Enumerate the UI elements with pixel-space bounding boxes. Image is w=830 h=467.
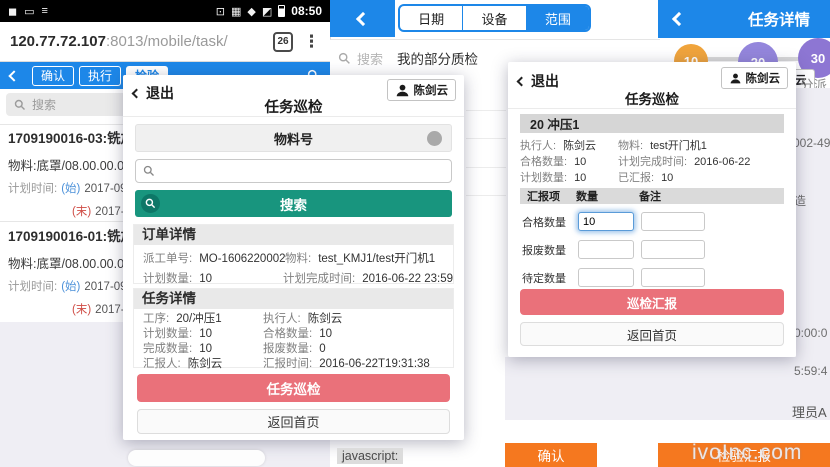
list-divider: [466, 110, 506, 111]
notification-icon: ≡: [42, 5, 48, 17]
back-button[interactable]: [330, 0, 395, 37]
person-icon: [395, 84, 410, 97]
confirm-button[interactable]: 确认: [505, 443, 597, 467]
page-backdrop: [505, 357, 796, 420]
order-row: 计划数量:10 计划完成时间:2016-06-22 23:59: [134, 268, 453, 288]
middle-search-placeholder: 搜索: [357, 49, 383, 68]
order-detail-section: 订单详情 派工单号:MO-1606220002 物料:test_KMJ1/tes…: [133, 224, 454, 284]
left-search-placeholder: 搜索: [32, 96, 56, 113]
user-button[interactable]: 陈剑云: [721, 67, 789, 89]
report-summary: 执行人:陈剑云 物料:test开门机1 合格数量:10 计划完成时间:2016-…: [508, 137, 796, 185]
selector-knob-icon: [427, 131, 442, 146]
browser-url-bar[interactable]: 120.77.72.107:8013/mobile/task/ 26 ⋮: [0, 22, 330, 62]
back-home-button[interactable]: 返回首页: [137, 409, 450, 434]
tab-scope[interactable]: 范围: [527, 6, 589, 30]
confirm-tab[interactable]: 确认: [32, 66, 74, 86]
screenshot-root: ◼ ▭ ≡ ⊡ ▦ ◆ ◩ 08:50 120.77.72.107:8013/m…: [0, 0, 830, 467]
list-divider: [466, 167, 506, 168]
person-icon: [729, 73, 742, 84]
material-search-input[interactable]: [160, 163, 444, 179]
dialog-title: 任务巡检: [123, 96, 464, 117]
search-icon: [143, 165, 155, 177]
middle-search-value: 我的部分质检: [397, 48, 478, 68]
list-divider: [466, 195, 506, 196]
watermark: ivoInc.com: [692, 441, 802, 465]
clipped-text: 5:59:4: [794, 364, 827, 378]
clipped-text: 0:00:0: [794, 326, 827, 340]
operation-header: 20 冲压1: [520, 114, 784, 133]
page-title: 任务详情: [748, 8, 810, 30]
back-icon[interactable]: [672, 12, 686, 26]
back-icon[interactable]: [8, 70, 19, 81]
clipped-text: 理员A: [792, 402, 827, 421]
task-row: 工序:20/冲压1 执行人:陈剑云: [134, 311, 453, 325]
clipped-text: 002-49: [793, 136, 830, 150]
divider: [123, 116, 464, 117]
filter-tab-group: 日期 设备 范围: [398, 4, 591, 32]
report-row-pending: 待定数量: [522, 268, 705, 287]
summary-row: 计划数量:10 已汇报:10: [508, 169, 796, 185]
summary-row: 执行人:陈剑云 物料:test开门机1: [508, 137, 796, 153]
back-home-button[interactable]: 返回首页: [520, 322, 784, 346]
task-row: 完成数量:10 报废数量:0: [134, 340, 453, 355]
report-row-qualified: 合格数量: [522, 212, 705, 231]
page-strip: [505, 420, 830, 443]
task-row: 汇报人:陈剑云 汇报时间:2016-06-22T19:31:38: [134, 355, 453, 370]
divider: [508, 108, 796, 109]
battery-icon: [278, 5, 285, 17]
inspect-submit-button[interactable]: 巡检汇报: [520, 289, 784, 315]
tab-count-button[interactable]: 26: [273, 32, 293, 52]
inspect-report-dialog: 退出 陈剑云 任务巡检 20 冲压1 执行人:陈剑云 物料:test开门机1 合…: [508, 62, 796, 357]
signal-icon: ◩: [262, 5, 272, 18]
videocam-icon: ◼: [8, 5, 17, 18]
task-detail-section: 任务详情 工序:20/冲压1 执行人:陈剑云 计划数量:10 合格数量:10 完…: [133, 288, 454, 368]
url-path: :8013/mobile/task/: [106, 33, 228, 50]
android-status-bar: ◼ ▭ ≡ ⊡ ▦ ◆ ◩ 08:50: [0, 0, 330, 22]
scrap-note-input[interactable]: [641, 240, 705, 259]
search-icon: [141, 194, 160, 213]
back-icon: [355, 11, 369, 25]
search-button[interactable]: 搜索: [135, 190, 452, 217]
report-row-scrap: 报废数量: [522, 240, 705, 259]
apps-icon: ▦: [231, 5, 241, 18]
task-row: 计划数量:10 合格数量:10: [134, 325, 453, 340]
autofill-bar: [128, 450, 265, 466]
pending-qty-input[interactable]: [578, 268, 634, 287]
right-header: 任务详情: [658, 0, 830, 38]
order-row: 派工单号:MO-1606220002 物料:test_KMJ1/test开门机1: [134, 248, 453, 268]
dialog-title: 任务巡检: [508, 88, 796, 108]
material-search-box[interactable]: [135, 159, 452, 183]
qualified-qty-input[interactable]: [578, 212, 634, 231]
list-divider: [466, 138, 506, 139]
qualified-note-input[interactable]: [641, 212, 705, 231]
report-table-header: 汇报项 数量 备注: [520, 188, 784, 204]
clock: 08:50: [291, 4, 322, 18]
tab-device[interactable]: 设备: [463, 6, 526, 30]
section-title: 任务详情: [134, 289, 453, 309]
search-icon: [14, 99, 26, 111]
back-icon: [517, 76, 527, 86]
search-icon: [338, 52, 351, 65]
vpn-icon: ◆: [247, 5, 255, 18]
section-title: 订单详情: [134, 225, 453, 245]
scrap-qty-input[interactable]: [578, 240, 634, 259]
screenshot-icon: ▭: [24, 5, 34, 18]
link-status-tooltip: javascript:: [337, 448, 403, 464]
url-host: 120.77.72.107: [10, 33, 106, 50]
browser-menu-icon[interactable]: ⋮: [303, 32, 320, 52]
execute-tab[interactable]: 执行: [79, 66, 121, 86]
tab-date[interactable]: 日期: [400, 6, 463, 30]
summary-row: 合格数量:10 计划完成时间:2016-06-22: [508, 153, 796, 169]
cast-icon: ⊡: [216, 5, 225, 18]
pending-note-input[interactable]: [641, 268, 705, 287]
material-selector[interactable]: 物料号: [135, 124, 452, 152]
inspect-dialog: 退出 陈剑云 任务巡检 物料号 搜索 订单详情 派工单号:MO-16062200…: [123, 75, 464, 440]
task-inspect-button[interactable]: 任务巡检: [137, 374, 450, 402]
